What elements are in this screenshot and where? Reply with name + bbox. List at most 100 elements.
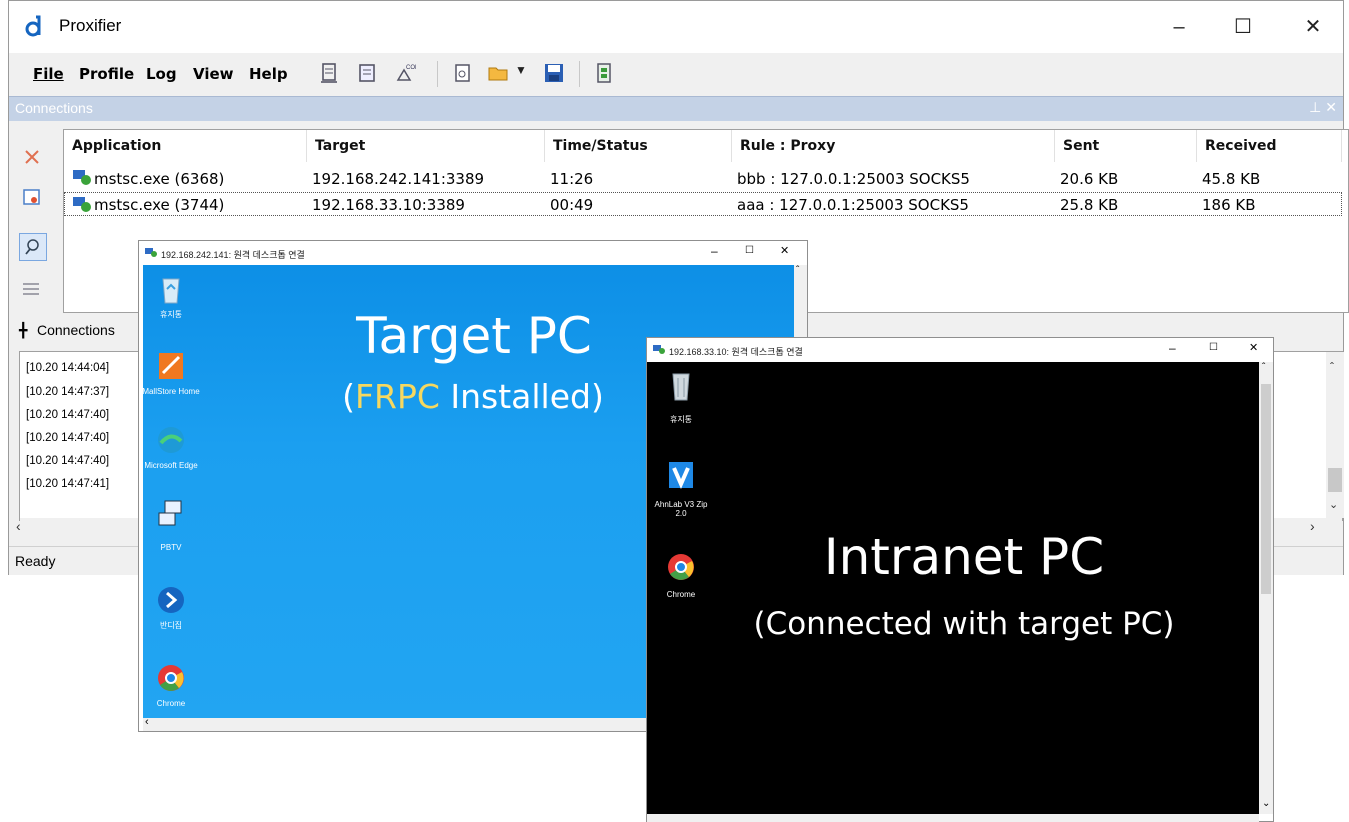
connections-tab[interactable]: ╋ Connections: [9, 319, 149, 343]
pane-pin-close-icons[interactable]: ⊥ ✕: [1309, 99, 1337, 116]
recycle-bin-icon[interactable]: [153, 275, 189, 305]
proxification-rules-icon[interactable]: [357, 62, 379, 84]
close-button[interactable]: ✕: [1249, 341, 1258, 354]
desktop-icon-label: Chrome: [666, 590, 696, 599]
mallstore-icon[interactable]: [153, 351, 189, 381]
cell-received: 45.8 KB: [1202, 170, 1261, 188]
list-view-button[interactable]: [19, 277, 47, 305]
col-received[interactable]: Received: [1197, 130, 1342, 162]
toolbar-separator: [437, 61, 438, 87]
connections-pane-header: Connections ⊥ ✕: [9, 96, 1343, 121]
proxy-servers-icon[interactable]: [319, 62, 341, 84]
minimize-button[interactable]: –: [711, 244, 718, 258]
menu-help[interactable]: Help: [249, 65, 288, 83]
cell-received: 186 KB: [1202, 196, 1256, 214]
cell-time-status: 00:49: [550, 196, 594, 214]
window-view-button[interactable]: [19, 185, 47, 213]
list-icon: [23, 283, 39, 295]
cell-sent: 25.8 KB: [1060, 196, 1119, 214]
maximize-button[interactable]: ☐: [1223, 12, 1263, 42]
remote-desktop: 휴지통 AhnLab V3 Zip 2.0 Chrome Intranet PC…: [647, 362, 1259, 814]
rdp-title: 192.168.33.10: 원격 데스크톱 연결: [669, 347, 803, 357]
col-sent[interactable]: Sent: [1055, 130, 1197, 162]
ahnlab-icon[interactable]: [663, 460, 699, 490]
frpc-highlight: FRPC: [355, 377, 440, 416]
scrollbar-thumb[interactable]: [1328, 468, 1342, 492]
bandizip-icon[interactable]: [153, 585, 189, 615]
desktop-icon-label: Microsoft Edge: [144, 461, 198, 470]
col-time-status[interactable]: Time/Status: [545, 130, 732, 162]
window-icon: [23, 189, 40, 205]
status-text: Ready: [15, 553, 56, 569]
desktop-icon-label: MallStore Home: [142, 387, 200, 396]
minimize-button[interactable]: –: [1159, 12, 1199, 42]
menu-help-label: Help: [249, 65, 288, 83]
scroll-up-icon[interactable]: ˆ: [1262, 362, 1265, 373]
profile-settings-icon[interactable]: [593, 62, 615, 84]
title-bar: Proxifier – ☐ ✕: [9, 1, 1343, 53]
side-toolbar: [9, 121, 63, 311]
mstsc-icon: [73, 170, 91, 185]
scrollbar-thumb[interactable]: [1261, 384, 1271, 594]
scroll-down-icon[interactable]: ⌄: [1262, 798, 1270, 809]
desktop-icon-label: 휴지통: [159, 310, 183, 319]
maximize-button[interactable]: ☐: [745, 245, 754, 256]
intranet-pc-heading: Intranet PC: [823, 528, 1105, 586]
save-profile-icon[interactable]: [543, 62, 565, 84]
close-button[interactable]: ✕: [780, 244, 789, 257]
connections-tab-label: Connections: [37, 322, 115, 338]
chrome-icon[interactable]: [663, 552, 699, 582]
rdp-title: 192.168.242.141: 원격 데스크톱 연결: [161, 250, 305, 260]
scroll-up-icon[interactable]: ˆ: [796, 265, 799, 276]
table-row[interactable]: mstsc.exe (6368) 192.168.242.141:3389 11…: [64, 166, 1342, 190]
chrome-icon[interactable]: [153, 663, 189, 693]
new-profile-icon[interactable]: [452, 62, 474, 84]
vertical-scrollbar[interactable]: ˆ ⌄: [1259, 362, 1273, 814]
cell-rule-proxy: aaa : 127.0.0.1:25003 SOCKS5: [737, 196, 969, 214]
minimize-button[interactable]: –: [1169, 341, 1176, 355]
rdp-window-intranet: 192.168.33.10: 원격 데스크톱 연결 – ☐ ✕ 휴지통 AhnL…: [646, 337, 1274, 822]
log-line: [10.20 14:44:04]: [26, 362, 110, 374]
scroll-up-icon[interactable]: ˆ: [1330, 360, 1334, 374]
cell-target: 192.168.33.10:3389: [312, 196, 465, 214]
edge-icon[interactable]: [153, 425, 189, 455]
scroll-down-icon[interactable]: ⌄: [1329, 498, 1338, 511]
log-line: [10.20 14:47:40]: [26, 409, 110, 421]
open-profile-dropdown-icon[interactable]: ▼: [515, 63, 527, 77]
pbtv-icon[interactable]: [153, 499, 189, 529]
scroll-left-icon[interactable]: ‹: [16, 518, 21, 534]
menu-log[interactable]: Log: [146, 65, 177, 83]
desktop-icon-label: 반디집: [159, 621, 183, 630]
col-rule-proxy[interactable]: Rule : Proxy: [732, 130, 1055, 162]
col-target[interactable]: Target: [307, 130, 545, 162]
rdp-app-icon: [145, 248, 157, 257]
maximize-button[interactable]: ☐: [1209, 342, 1218, 353]
desktop-icon-label: Chrome: [156, 699, 186, 708]
target-pc-heading: Target PC: [356, 307, 592, 365]
menu-file[interactable]: File: [33, 65, 64, 83]
pane-title: Connections: [15, 100, 93, 116]
vertical-scrollbar[interactable]: ˆ ⌄: [1326, 352, 1344, 518]
recycle-bin-icon[interactable]: [663, 372, 699, 402]
rdp-app-icon: [653, 345, 665, 354]
close-x-icon: [25, 150, 39, 164]
menu-file-label: File: [33, 65, 64, 83]
menu-view[interactable]: View: [193, 65, 234, 83]
horizontal-scrollbar[interactable]: [647, 814, 1259, 822]
cell-application: mstsc.exe (3744): [94, 196, 225, 214]
table-row[interactable]: mstsc.exe (3744) 192.168.33.10:3389 00:4…: [64, 192, 1342, 216]
scroll-left-icon[interactable]: ‹: [145, 716, 149, 728]
close-button[interactable]: ✕: [1293, 12, 1333, 42]
name-resolution-icon[interactable]: COM: [394, 62, 416, 84]
target-pc-subheading: (FRPC Installed): [303, 377, 643, 416]
scroll-right-icon[interactable]: ›: [1310, 518, 1315, 534]
open-profile-icon[interactable]: [487, 62, 509, 84]
close-connection-button[interactable]: [19, 143, 47, 171]
find-button[interactable]: [19, 233, 47, 261]
menu-profile[interactable]: Profile: [79, 65, 134, 83]
menu-profile-label: Profile: [79, 65, 135, 83]
log-line: [10.20 14:47:37]: [26, 386, 110, 398]
cell-application: mstsc.exe (6368): [94, 170, 225, 188]
search-icon: [25, 239, 39, 255]
col-application[interactable]: Application: [64, 130, 307, 162]
